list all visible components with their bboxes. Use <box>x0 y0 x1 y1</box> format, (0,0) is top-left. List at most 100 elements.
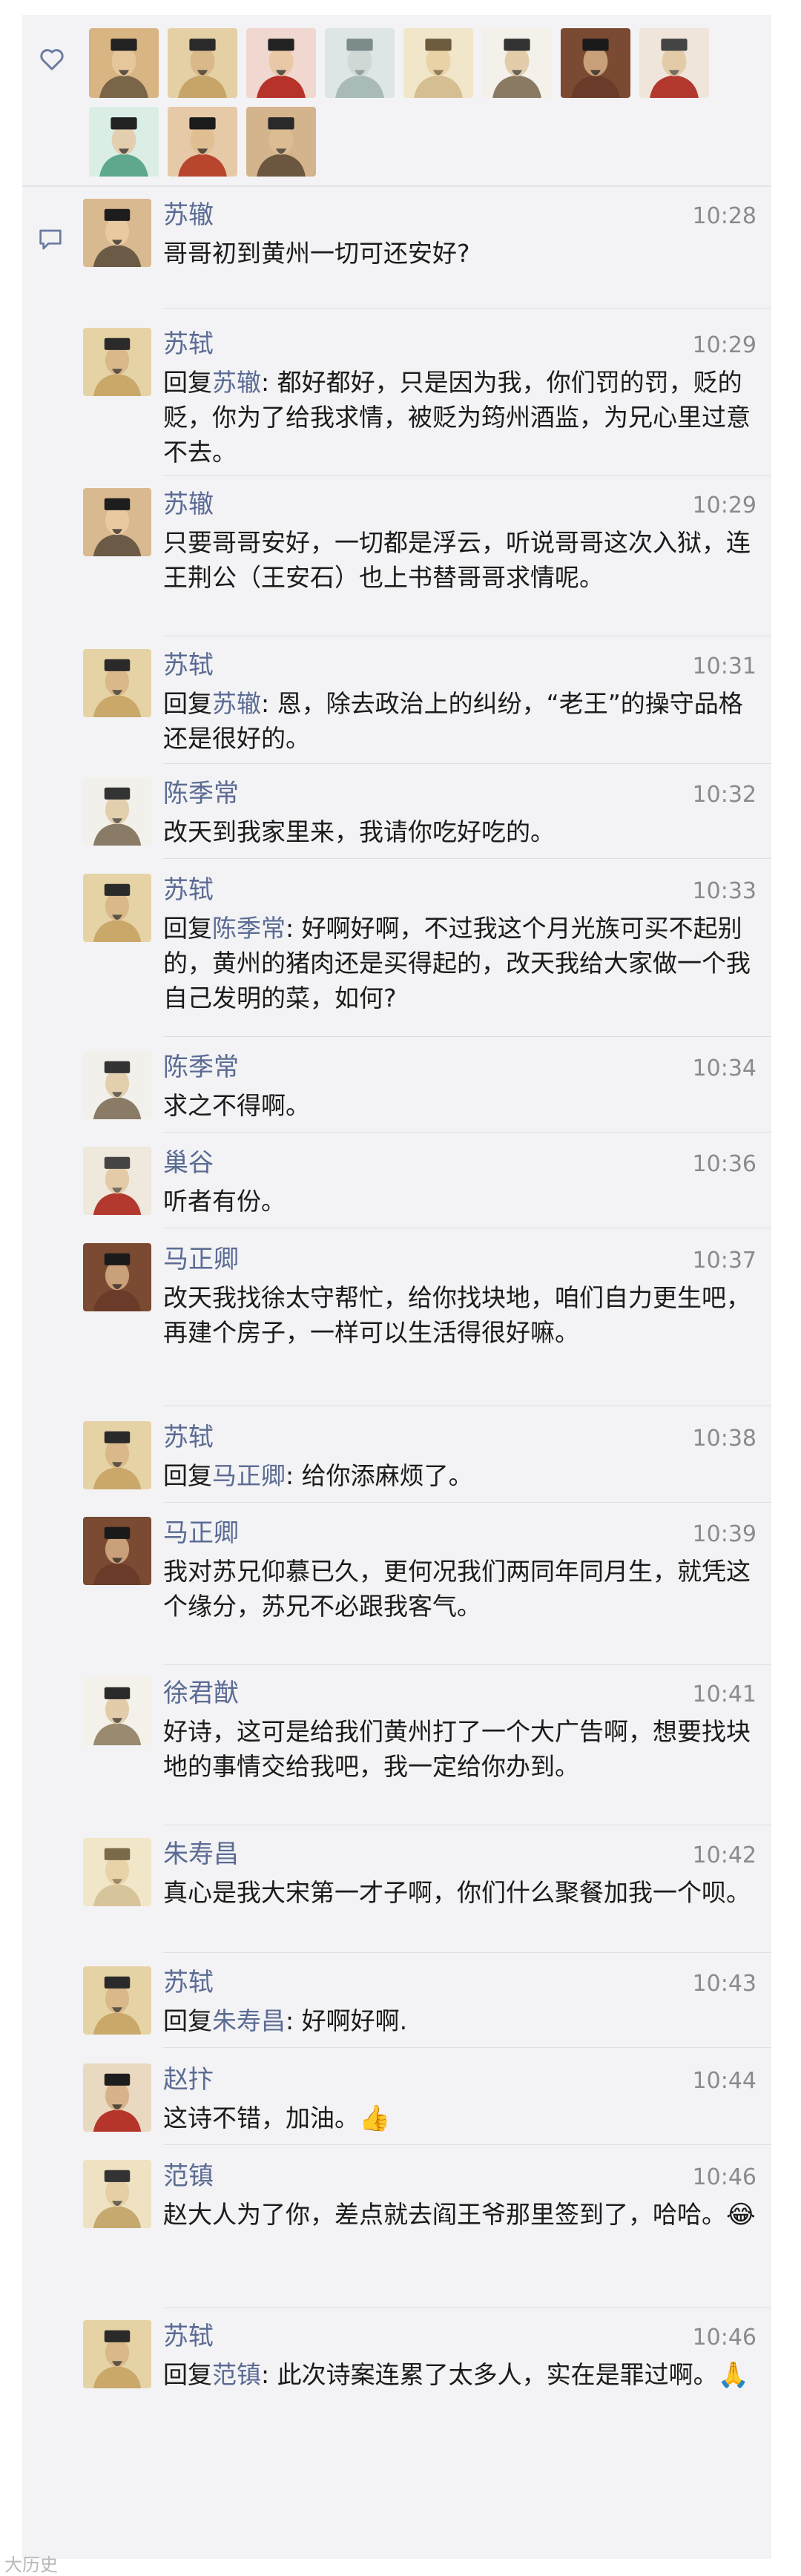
comment-item[interactable]: 范镇 10:46 赵大人为了你，差点就去阎王爷那里签到了，哈哈。😂 <box>22 2160 771 2308</box>
portrait-official-brown-avatar[interactable] <box>561 28 630 98</box>
commenter-name[interactable]: 苏辙 <box>163 200 214 230</box>
comment-item[interactable]: 巢谷 10:36 听者有份。 <box>22 1147 771 1228</box>
commenter-name[interactable]: 朱寿昌 <box>163 1839 239 1869</box>
commenter-name[interactable]: 马正卿 <box>163 1245 239 1274</box>
comment-body: 改天到我家里来，我请你吃好吃的。 <box>163 817 555 846</box>
avatar[interactable] <box>83 1147 151 1215</box>
comment-time: 10:34 <box>692 1055 756 1081</box>
reply-target-name[interactable]: 朱寿昌 <box>212 2006 286 2035</box>
comment-item[interactable]: 苏轼 10:43 回复朱寿昌: 好啊好啊. <box>22 1966 771 2048</box>
reply-target-name[interactable]: 苏辙 <box>212 368 261 397</box>
avatar[interactable] <box>83 2320 151 2388</box>
emoji-icon: 😂 <box>726 2200 756 2230</box>
commenter-name[interactable]: 苏辙 <box>163 490 214 519</box>
comment-item[interactable]: 朱寿昌 10:42 真心是我大宋第一才子啊，你们什么聚餐加我一个呗。 <box>22 1838 771 1953</box>
commenter-name[interactable]: 陈季常 <box>163 1053 239 1082</box>
comment-time: 10:31 <box>692 653 756 679</box>
avatar[interactable] <box>83 777 151 846</box>
reply-prefix: 回复 <box>163 1461 212 1490</box>
portrait-dark-hat-avatar[interactable] <box>246 107 316 177</box>
portrait-official-red-avatar[interactable] <box>246 28 316 98</box>
comment-item[interactable]: 苏轼 10:33 回复陈季常: 好啊好啊，不过我这个月光族可买不起别的，黄州的猪肉还… <box>22 874 771 1037</box>
emoji-icon: 🙏 <box>717 2360 749 2390</box>
comment-body: 听者有份。 <box>163 1187 286 1216</box>
comment-time: 10:39 <box>692 1521 756 1547</box>
landscape-painting-avatar[interactable] <box>325 28 395 98</box>
commenter-name[interactable]: 马正卿 <box>163 1518 239 1548</box>
comment-item[interactable]: 苏辙 10:28 哥哥初到黄州一切可还安好? <box>22 199 771 309</box>
avatar[interactable] <box>83 1838 151 1906</box>
avatar[interactable] <box>83 328 151 396</box>
reply-colon: : <box>286 914 302 943</box>
comment-separator <box>163 308 771 309</box>
commenter-name[interactable]: 苏轼 <box>163 650 214 680</box>
comment-item[interactable]: 苏轼 10:29 回复苏辙: 都好都好，只是因为我，你们罚的罚，贬的贬，你为了给我求… <box>22 328 771 476</box>
avatar[interactable] <box>83 199 151 267</box>
comment-item[interactable]: 苏轼 10:38 回复马正卿: 给你添麻烦了。 <box>22 1421 771 1503</box>
comment-time: 10:33 <box>692 878 756 904</box>
comment-body: 我对苏兄仰慕已久，更何况我们两同年同月生，就凭这个缘分，苏兄不必跟我客气。 <box>163 1557 751 1621</box>
portrait-red-robe-avatar[interactable] <box>639 28 709 98</box>
reply-target-name[interactable]: 范镇 <box>212 2360 261 2389</box>
comment-text: 回复苏辙: 恩，除去政治上的纠纷，“老王”的操守品格还是很好的。 <box>163 686 756 756</box>
reply-prefix: 回复 <box>163 368 212 397</box>
avatar[interactable] <box>83 1677 151 1745</box>
comment-item[interactable]: 苏辙 10:29 只要哥哥安好，一切都是浮云，听说哥哥这次入狱，连王荆公（王安石）也… <box>22 488 771 636</box>
comment-separator <box>163 2307 771 2308</box>
comment-separator <box>163 1036 771 1037</box>
commenter-name[interactable]: 苏轼 <box>163 875 214 905</box>
commenter-name[interactable]: 苏轼 <box>163 2322 214 2351</box>
avatar[interactable] <box>83 1243 151 1311</box>
comment-item[interactable]: 苏轼 10:31 回复苏辙: 恩，除去政治上的纠纷，“老王”的操守品格还是很好的。 <box>22 649 771 764</box>
comment-item[interactable]: 赵抃 10:44 这诗不错，加油。👍 <box>22 2063 771 2145</box>
reply-target-name[interactable]: 陈季常 <box>212 914 286 943</box>
comment-item[interactable]: 苏轼 10:46 回复范镇: 此次诗案连累了太多人，实在是罪过啊。🙏 <box>22 2320 771 2468</box>
comment-text: 赵大人为了你，差点就去阎王爷那里签到了，哈哈。😂 <box>163 2197 756 2233</box>
commenter-name[interactable]: 苏轼 <box>163 1423 214 1452</box>
reply-target-name[interactable]: 马正卿 <box>212 1461 286 1490</box>
comment-separator <box>163 2047 771 2048</box>
comment-item[interactable]: 马正卿 10:37 改天我找徐太守帮忙，给你找块地，咱们自力更生吧，再建个房子，一样… <box>22 1243 771 1406</box>
comment-item[interactable]: 马正卿 10:39 我对苏兄仰慕已久，更何况我们两同年同月生，就凭这个缘分，苏兄不必… <box>22 1517 771 1665</box>
comment-text: 回复朱寿昌: 好啊好啊. <box>163 2003 756 2038</box>
comment-time: 10:42 <box>692 1842 756 1868</box>
comment-time: 10:38 <box>692 1426 756 1452</box>
comment-text: 我对苏兄仰慕已久，更何况我们两同年同月生，就凭这个缘分，苏兄不必跟我客气。 <box>163 1554 756 1624</box>
avatar[interactable] <box>83 1966 151 2035</box>
comment-text: 听者有份。 <box>163 1184 756 1219</box>
comment-time: 10:28 <box>692 203 756 229</box>
heart-outline-icon[interactable] <box>39 47 65 71</box>
reply-target-name[interactable]: 苏辙 <box>212 689 261 718</box>
portrait-scholar-1-avatar[interactable] <box>89 28 159 98</box>
commenter-name[interactable]: 赵抃 <box>163 2065 214 2095</box>
comment-text: 改天我找徐太守帮忙，给你找块地，咱们自力更生吧，再建个房子，一样可以生活得很好嘛… <box>163 1280 756 1350</box>
comment-text: 这诗不错，加油。👍 <box>163 2101 756 2136</box>
portrait-sketch-avatar[interactable] <box>403 28 473 98</box>
avatar[interactable] <box>83 488 151 556</box>
comment-item[interactable]: 陈季常 10:32 改天到我家里来，我请你吃好吃的。 <box>22 777 771 859</box>
portrait-black-hat-avatar[interactable] <box>168 107 237 177</box>
commenter-name[interactable]: 苏轼 <box>163 1968 214 1997</box>
avatar[interactable] <box>83 1421 151 1489</box>
comment-item[interactable]: 陈季常 10:34 求之不得啊。 <box>22 1051 771 1133</box>
avatar[interactable] <box>83 2160 151 2228</box>
comment-body: 求之不得啊。 <box>163 1091 310 1120</box>
avatar[interactable] <box>83 874 151 942</box>
reply-colon: : <box>261 368 277 397</box>
comment-separator <box>163 763 771 764</box>
commenter-name[interactable]: 陈季常 <box>163 779 239 808</box>
comment-item[interactable]: 徐君猷 10:41 好诗，这可是给我们黄州打了一个大广告啊，想要找块地的事情交给我吧… <box>22 1677 771 1825</box>
avatar[interactable] <box>83 1051 151 1119</box>
commenter-name[interactable]: 苏轼 <box>163 329 214 359</box>
portrait-seated-table-avatar[interactable] <box>482 28 552 98</box>
avatar[interactable] <box>83 2063 151 2132</box>
commenter-name[interactable]: 徐君猷 <box>163 1679 239 1708</box>
avatar[interactable] <box>83 1517 151 1585</box>
comment-time: 10:43 <box>692 1971 756 1997</box>
commenter-name[interactable]: 范镇 <box>163 2161 214 2191</box>
comment-separator <box>163 1132 771 1133</box>
avatar[interactable] <box>83 649 151 717</box>
portrait-green-robe-avatar[interactable] <box>89 107 159 177</box>
commenter-name[interactable]: 巢谷 <box>163 1148 214 1178</box>
portrait-scholar-2-avatar[interactable] <box>168 28 237 98</box>
